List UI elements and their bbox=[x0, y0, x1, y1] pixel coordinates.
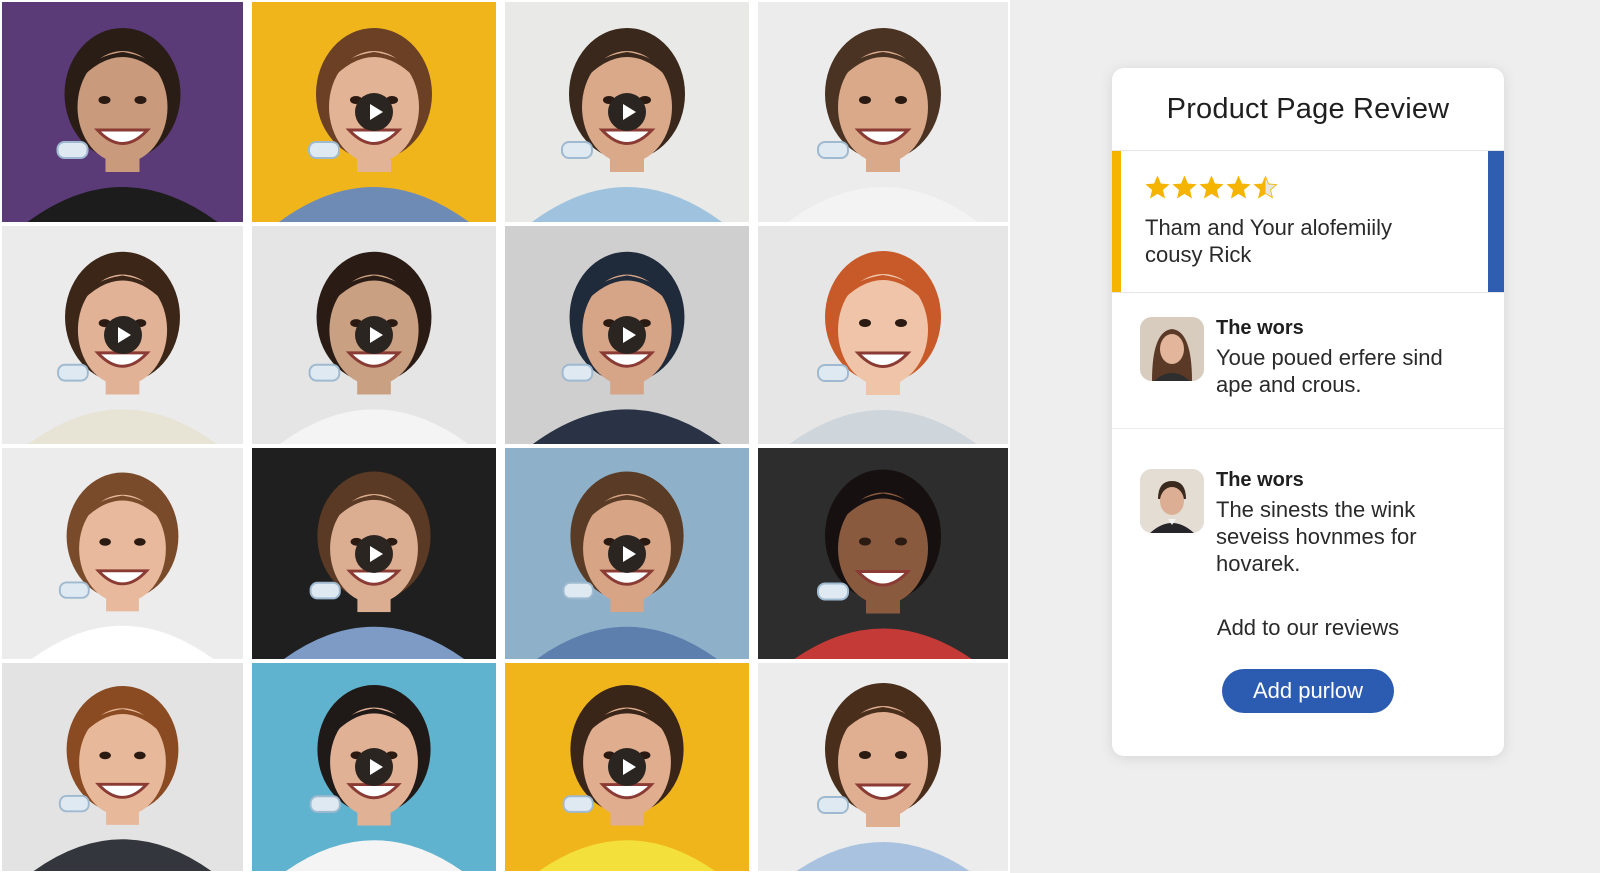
play-icon[interactable] bbox=[608, 534, 646, 573]
featured-review-line-1: Tham and Your alofemiily bbox=[1145, 215, 1393, 240]
reviewer-name: The wors bbox=[1216, 317, 1304, 339]
video-tile[interactable] bbox=[756, 661, 1010, 873]
featured-review[interactable]: Tham and Your alofemiily cousy Rick bbox=[1112, 150, 1504, 293]
person-photo bbox=[796, 683, 970, 871]
review-line-1: The sinests the wink bbox=[1216, 497, 1416, 522]
video-tile[interactable] bbox=[250, 446, 498, 661]
video-tile[interactable] bbox=[756, 0, 1010, 224]
star-rating bbox=[1145, 175, 1464, 200]
play-icon[interactable] bbox=[355, 534, 393, 573]
play-icon[interactable] bbox=[608, 748, 646, 786]
star-full-icon bbox=[1145, 175, 1170, 199]
reviewer-name: The wors bbox=[1216, 469, 1304, 491]
person-photo bbox=[794, 469, 972, 659]
star-full-icon bbox=[1226, 175, 1251, 199]
avatar-woman-icon bbox=[1140, 317, 1204, 381]
avatar bbox=[1140, 317, 1204, 381]
add-review-button[interactable]: Add purlow bbox=[1222, 669, 1394, 713]
person-photo bbox=[33, 686, 212, 871]
review-line-1: Youe poued erfere sind bbox=[1216, 345, 1443, 370]
star-half-icon bbox=[1253, 175, 1278, 199]
review-line-2: seveiss hovnmes for bbox=[1216, 524, 1417, 549]
play-icon[interactable] bbox=[355, 316, 393, 354]
play-icon[interactable] bbox=[103, 316, 142, 354]
video-tile[interactable] bbox=[0, 446, 245, 661]
review-text: The sinests the wink seveiss hovnmes for… bbox=[1216, 496, 1417, 577]
review-item[interactable]: The wors The sinests the wink seveiss ho… bbox=[1112, 429, 1504, 609]
review-text: Youe poued erfere sind ape and crous. bbox=[1216, 344, 1443, 398]
video-tile[interactable] bbox=[756, 446, 1010, 661]
play-icon[interactable] bbox=[608, 93, 646, 131]
video-tile[interactable] bbox=[756, 224, 1010, 446]
review-item[interactable]: The wors Youe poued erfere sind ape and … bbox=[1112, 293, 1504, 429]
video-tile[interactable] bbox=[250, 224, 498, 446]
video-tile[interactable] bbox=[503, 661, 751, 873]
person-photo bbox=[31, 472, 214, 659]
review-line-2: ape and crous. bbox=[1216, 372, 1362, 397]
video-tile[interactable] bbox=[0, 224, 245, 446]
add-reviews-label: Add to our reviews bbox=[1216, 615, 1400, 640]
review-card: Product Page Review Tham and Your alofem… bbox=[1112, 68, 1504, 756]
review-line-3: hovarek. bbox=[1216, 551, 1301, 576]
video-tile[interactable] bbox=[250, 0, 498, 224]
person-photo bbox=[27, 28, 218, 222]
video-grid bbox=[0, 0, 1010, 873]
video-tile[interactable] bbox=[503, 0, 751, 224]
video-tile[interactable] bbox=[503, 446, 751, 661]
person-photo bbox=[789, 251, 977, 444]
video-tile[interactable] bbox=[0, 661, 245, 873]
person-photo bbox=[788, 28, 978, 222]
star-full-icon bbox=[1199, 175, 1224, 199]
play-icon[interactable] bbox=[608, 316, 646, 354]
avatar bbox=[1140, 469, 1204, 533]
button-row: Add purlow bbox=[1112, 669, 1504, 713]
featured-review-line-2: cousy Rick bbox=[1145, 242, 1252, 267]
avatar-man-icon bbox=[1140, 469, 1204, 533]
featured-review-text: Tham and Your alofemiily cousy Rick bbox=[1145, 214, 1464, 268]
video-tile[interactable] bbox=[503, 224, 751, 446]
play-icon[interactable] bbox=[355, 93, 393, 131]
page-title: Product Page Review bbox=[1166, 92, 1450, 125]
star-full-icon bbox=[1172, 175, 1197, 199]
play-icon[interactable] bbox=[355, 748, 393, 786]
video-tile[interactable] bbox=[250, 661, 498, 873]
video-tile[interactable] bbox=[0, 0, 245, 224]
